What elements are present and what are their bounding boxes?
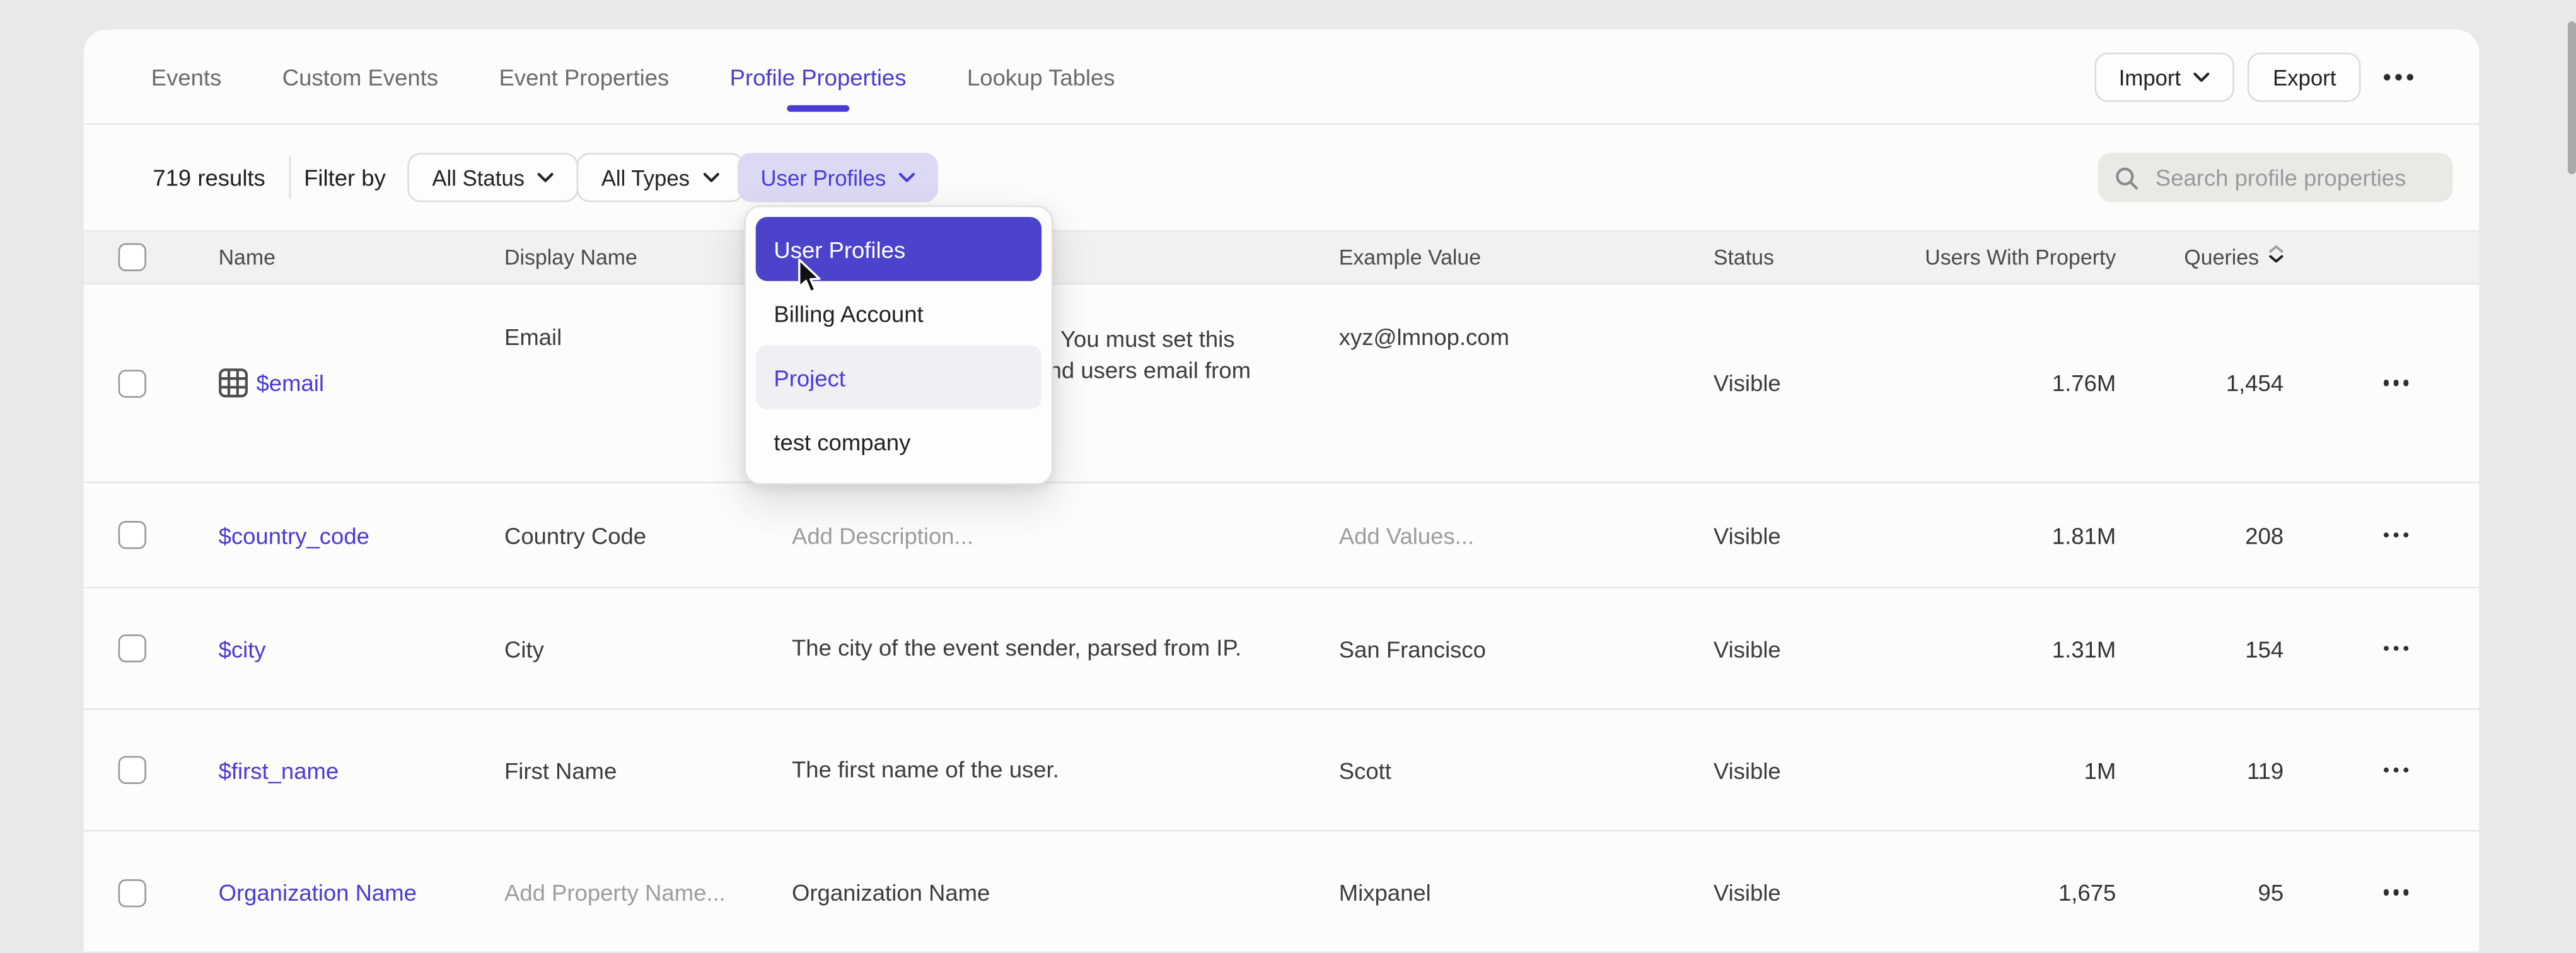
row-more-button[interactable] xyxy=(2375,881,2416,903)
header-queries[interactable]: Queries xyxy=(2116,245,2283,269)
display-name-cell[interactable]: Country Code xyxy=(504,522,792,548)
export-button[interactable]: Export xyxy=(2248,52,2361,102)
row-checkbox[interactable] xyxy=(119,369,146,397)
table-row: $first_name First Name The first name of… xyxy=(84,710,2479,832)
description-cell[interactable]: Add Description... xyxy=(792,522,1339,548)
status-filter-label: All Status xyxy=(432,165,525,190)
status-filter-button[interactable]: All Status xyxy=(407,153,579,202)
queries-cell: 208 xyxy=(2116,522,2283,548)
mouse-cursor-icon xyxy=(797,258,825,296)
tab-profile-properties[interactable]: Profile Properties xyxy=(730,63,907,90)
row-more-button[interactable] xyxy=(2375,759,2416,781)
header-status: Status xyxy=(1714,245,1920,269)
users-with-property-cell: 1.76M xyxy=(1920,370,2116,396)
description-cell[interactable]: Organization Name xyxy=(792,877,1260,908)
type-filter-label: All Types xyxy=(601,165,690,190)
status-cell: Visible xyxy=(1714,370,1920,396)
header-name: Name xyxy=(219,245,504,269)
table-header: Name Display Name Example Value Status U… xyxy=(84,230,2479,284)
property-name-link[interactable]: $email xyxy=(257,370,324,396)
dropdown-item-project[interactable]: Project xyxy=(756,345,1041,409)
profile-type-filter-button[interactable]: User Profiles xyxy=(738,153,939,202)
row-checkbox[interactable] xyxy=(119,634,146,662)
page: Events Custom Events Event Properties Pr… xyxy=(0,0,2576,952)
header-queries-label: Queries xyxy=(2184,245,2259,269)
filter-bar: 719 results Filter by All Status All Typ… xyxy=(84,125,2479,230)
property-name-link[interactable]: $first_name xyxy=(219,757,339,783)
example-value-cell[interactable]: San Francisco xyxy=(1339,635,1714,662)
lookup-table-icon xyxy=(219,368,248,398)
status-cell: Visible xyxy=(1714,879,1920,906)
users-with-property-cell: 1.81M xyxy=(1920,522,2116,548)
dropdown-item-test-company[interactable]: test company xyxy=(756,409,1041,474)
sort-icon xyxy=(2269,245,2283,269)
scrollbar-thumb[interactable] xyxy=(2568,21,2576,174)
import-button-label: Import xyxy=(2119,65,2181,90)
description-cell[interactable]: The first name of the user. xyxy=(792,754,1260,786)
search-input[interactable] xyxy=(2152,163,2456,192)
queries-cell: 1,454 xyxy=(2116,370,2283,396)
toolbar: Import Export xyxy=(2094,52,2423,102)
example-value-cell[interactable]: xyz@lmnop.com xyxy=(1339,284,1714,350)
example-value-cell[interactable]: Mixpanel xyxy=(1339,879,1714,906)
tab-events[interactable]: Events xyxy=(151,63,222,90)
tab-bar: Events Custom Events Event Properties Pr… xyxy=(84,30,2479,125)
users-with-property-cell: 1,675 xyxy=(1920,879,2116,906)
chevron-down-icon xyxy=(538,173,554,183)
status-cell: Visible xyxy=(1714,522,1920,548)
display-name-cell[interactable]: Add Property Name... xyxy=(504,879,792,906)
row-checkbox[interactable] xyxy=(119,879,146,906)
tab-profile-properties-label: Profile Properties xyxy=(730,63,907,90)
row-checkbox[interactable] xyxy=(119,521,146,549)
status-cell: Visible xyxy=(1714,635,1920,662)
table-row: Organization Name Add Property Name... O… xyxy=(84,832,2479,953)
search-icon xyxy=(2115,165,2139,190)
property-name-link[interactable]: $country_code xyxy=(219,522,369,548)
search-box xyxy=(2098,153,2453,202)
status-cell: Visible xyxy=(1714,757,1920,783)
chevron-down-icon xyxy=(2194,73,2210,83)
tab-lookup-tables[interactable]: Lookup Tables xyxy=(967,63,1115,90)
row-checkbox[interactable] xyxy=(119,756,146,784)
property-name-link[interactable]: Organization Name xyxy=(219,879,417,906)
chevron-down-icon xyxy=(703,173,719,183)
table-row: $city City The city of the event sender,… xyxy=(84,588,2479,710)
queries-cell: 154 xyxy=(2116,635,2283,662)
property-name-cell: $email xyxy=(219,368,504,398)
display-name-cell[interactable]: City xyxy=(504,635,792,662)
filter-by-label: Filter by xyxy=(304,165,386,191)
content-card: Events Custom Events Event Properties Pr… xyxy=(84,30,2479,952)
results-count: 719 results xyxy=(153,165,265,191)
property-name-link[interactable]: $city xyxy=(219,635,266,662)
example-value-cell[interactable]: Add Values... xyxy=(1339,522,1714,548)
active-tab-underline xyxy=(787,104,849,110)
tab-custom-events[interactable]: Custom Events xyxy=(282,63,438,90)
header-example-value: Example Value xyxy=(1339,245,1714,269)
profile-type-filter-label: User Profiles xyxy=(761,165,886,190)
example-value-cell[interactable]: Scott xyxy=(1339,757,1714,783)
users-with-property-cell: 1.31M xyxy=(1920,635,2116,662)
queries-cell: 95 xyxy=(2116,879,2283,906)
chevron-down-icon xyxy=(899,173,915,183)
row-more-button[interactable] xyxy=(2375,524,2416,546)
queries-cell: 119 xyxy=(2116,757,2283,783)
profile-type-dropdown-menu: User Profiles Billing Account Project te… xyxy=(744,206,1053,485)
header-users-with-property: Users With Property xyxy=(1920,245,2116,269)
divider xyxy=(289,156,291,199)
table-row: $country_code Country Code Add Descripti… xyxy=(84,483,2479,588)
row-more-button[interactable] xyxy=(2375,637,2416,659)
users-with-property-cell: 1M xyxy=(1920,757,2116,783)
table-row: $email Email The user's email address. Y… xyxy=(84,284,2479,483)
select-all-checkbox[interactable] xyxy=(119,243,146,271)
type-filter-button[interactable]: All Types xyxy=(577,153,744,202)
description-cell[interactable]: The city of the event sender, parsed fro… xyxy=(792,633,1260,664)
import-button[interactable]: Import xyxy=(2094,52,2236,102)
row-more-button[interactable] xyxy=(2375,372,2416,394)
export-button-label: Export xyxy=(2273,65,2336,90)
tab-event-properties[interactable]: Event Properties xyxy=(499,63,670,90)
more-actions-button[interactable] xyxy=(2374,64,2423,91)
display-name-cell[interactable]: First Name xyxy=(504,757,792,783)
